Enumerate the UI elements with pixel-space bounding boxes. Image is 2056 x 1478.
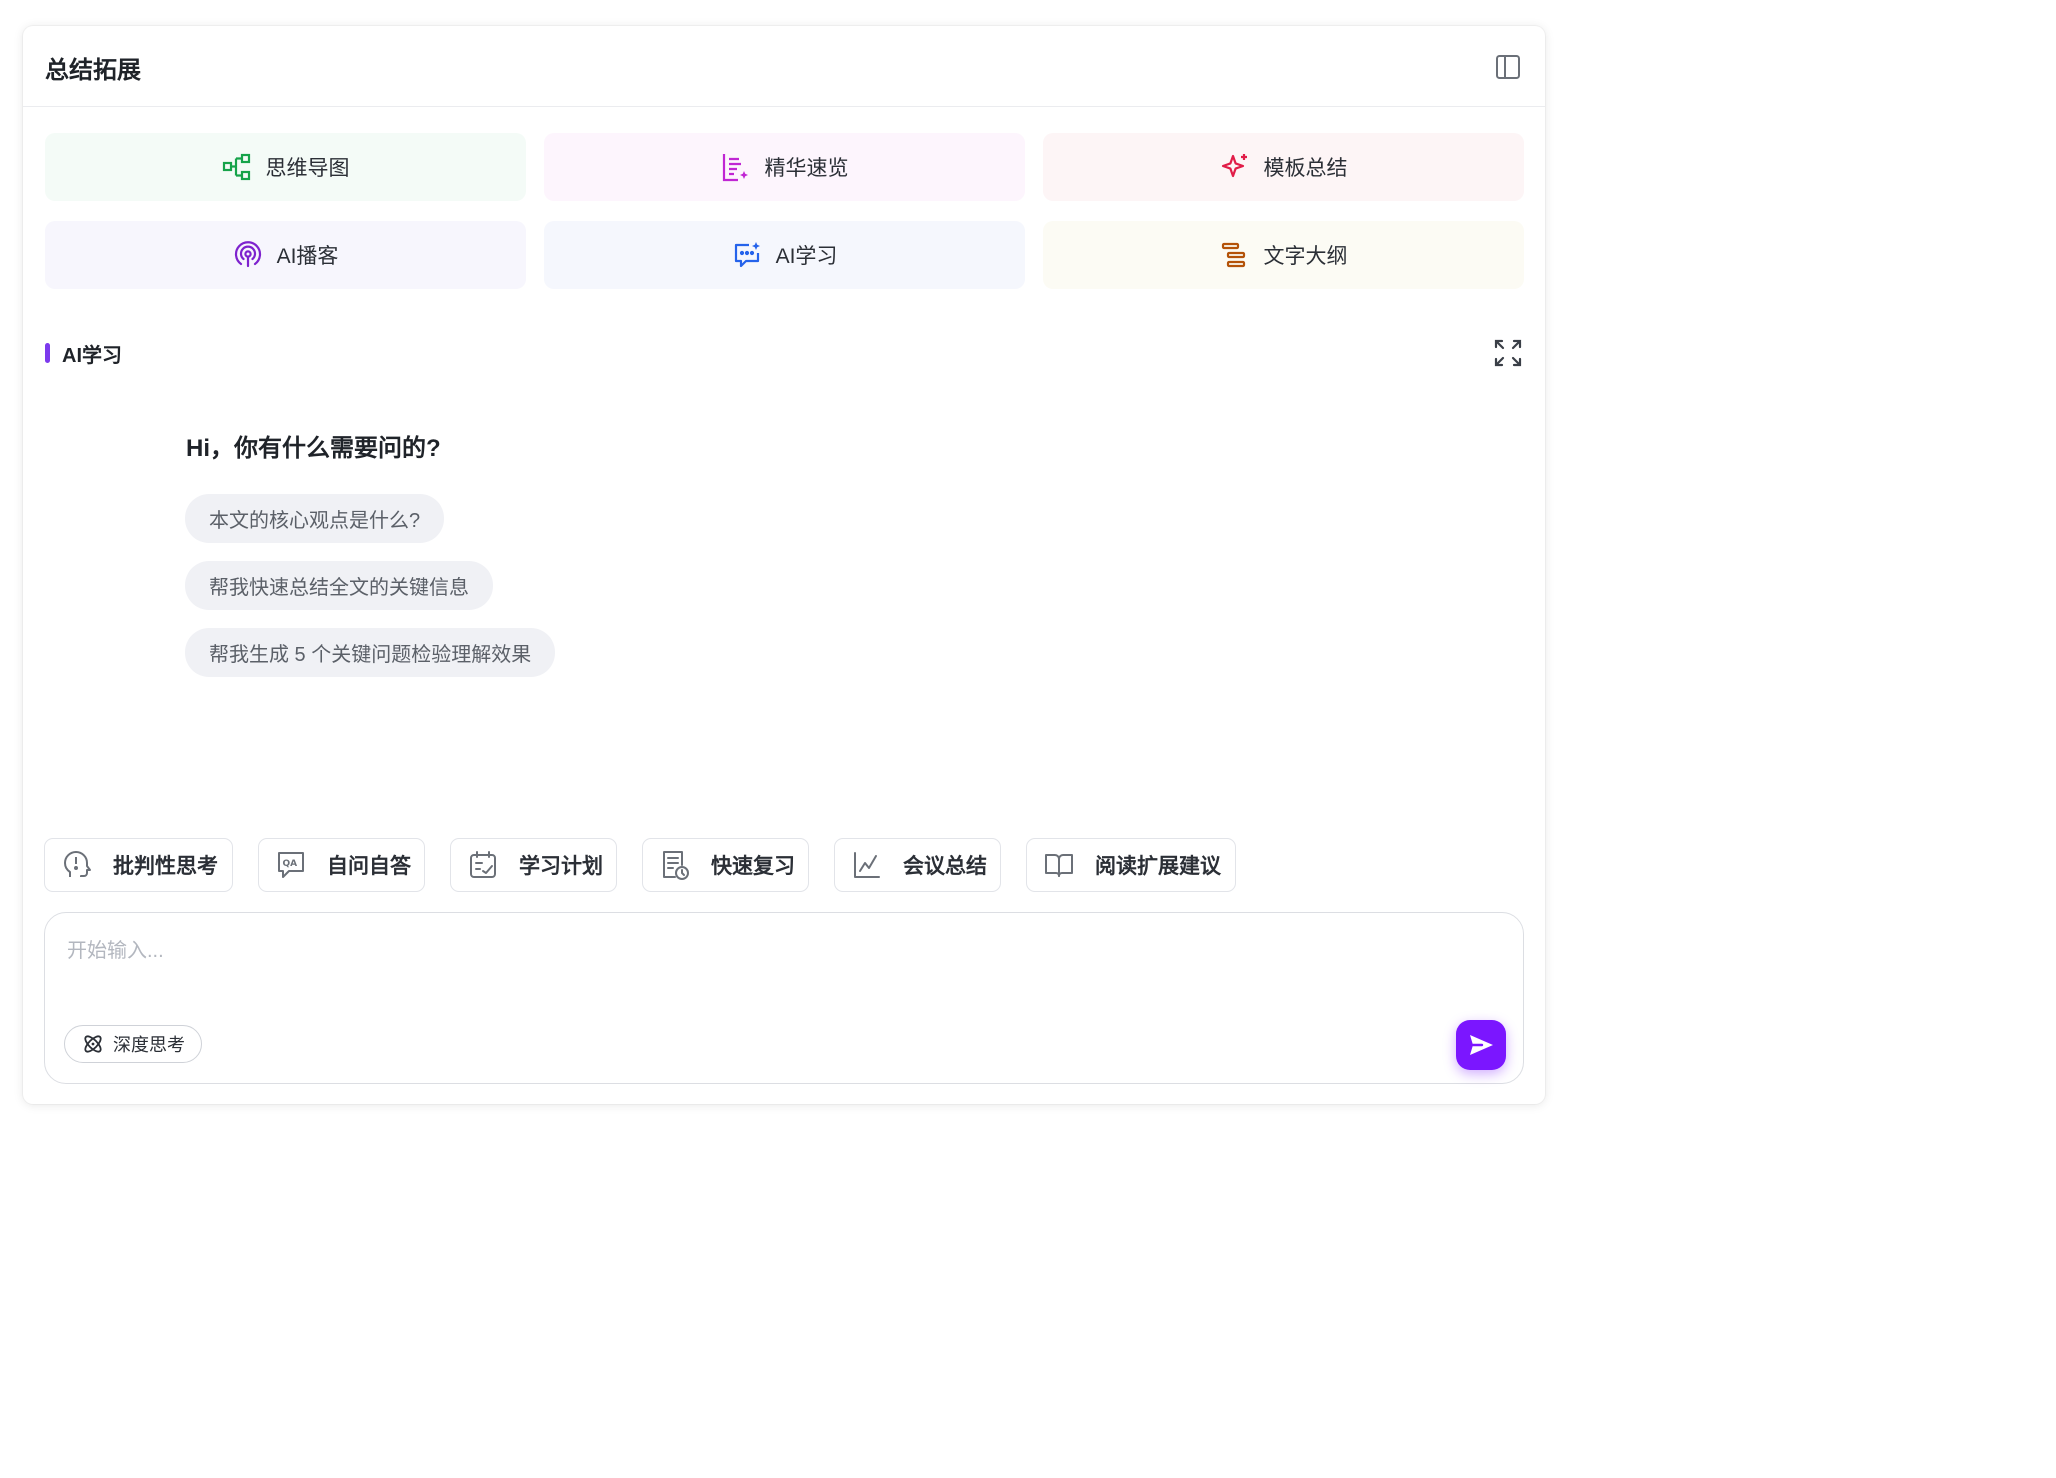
quick-fast-review[interactable]: 快速复习: [642, 838, 809, 892]
tool-label: AI学习: [775, 245, 838, 268]
podcast-icon: [234, 241, 261, 268]
quick-meeting-summary[interactable]: 会议总结: [834, 838, 1001, 892]
tool-label: 精华速览: [764, 157, 849, 180]
send-icon: [1470, 1035, 1493, 1055]
qa-icon: QA: [278, 852, 304, 878]
suggestion-chip[interactable]: 本文的核心观点是什么?: [185, 494, 445, 543]
sparkle-icon: [1221, 154, 1247, 178]
quick-reading-suggestions[interactable]: 阅读扩展建议: [1026, 838, 1236, 892]
section-header: AI学习: [45, 338, 122, 368]
chat-input-box: 深度思考: [44, 912, 1524, 1084]
suggestion-chip[interactable]: 帮我快速总结全文的关键信息: [185, 561, 493, 610]
highlights-icon: [722, 154, 748, 182]
panel-header: 总结拓展: [23, 26, 1545, 107]
tool-label: 思维导图: [265, 157, 350, 180]
tool-ai-podcast[interactable]: AI播客: [45, 221, 526, 289]
svg-text:QA: QA: [283, 859, 298, 869]
tool-mind-map[interactable]: 思维导图: [45, 133, 526, 201]
chat-input[interactable]: [65, 933, 1369, 969]
chat-greeting: Hi，你有什么需要问的?: [186, 435, 441, 462]
section-accent-bar: [45, 343, 50, 363]
tool-label: 文字大纲: [1263, 245, 1348, 268]
section-title: AI学习: [62, 344, 122, 367]
head-idea-icon: [64, 851, 91, 877]
quick-critical-thinking[interactable]: 批判性思考: [44, 838, 233, 892]
tool-label: AI播客: [276, 245, 339, 268]
quick-self-qa[interactable]: QA 自问自答: [258, 838, 425, 892]
quick-label: 批判性思考: [113, 855, 218, 878]
deep-think-toggle[interactable]: 深度思考: [64, 1025, 202, 1063]
quick-study-plan[interactable]: 学习计划: [450, 838, 617, 892]
tool-ai-learning[interactable]: AI学习: [544, 221, 1025, 289]
send-button[interactable]: [1456, 1020, 1506, 1070]
summary-panel: 总结拓展 思维导图 精华速览 模板总结 AI播客 AI学习 文字大纲 AI学习 …: [23, 26, 1545, 1104]
ai-chat-icon: [734, 242, 760, 268]
atom-icon: [84, 1035, 102, 1053]
calendar-plan-icon: [470, 851, 496, 878]
quick-label: 快速复习: [711, 855, 795, 878]
deep-think-label: 深度思考: [113, 1035, 185, 1055]
line-chart-icon: [854, 852, 880, 878]
quick-label: 学习计划: [519, 855, 603, 878]
review-clock-icon: [663, 851, 689, 880]
expand-icon[interactable]: [1493, 338, 1523, 368]
tool-label: 模板总结: [1263, 157, 1348, 180]
sidebar-toggle-icon[interactable]: [1495, 54, 1521, 80]
open-book-icon: [1045, 854, 1073, 877]
mind-map-icon: [222, 153, 250, 181]
quick-label: 自问自答: [327, 855, 411, 878]
suggestion-chip[interactable]: 帮我生成 5 个关键问题检验理解效果: [185, 628, 556, 677]
panel-title: 总结拓展: [45, 57, 141, 84]
tool-text-outline[interactable]: 文字大纲: [1043, 221, 1524, 289]
tool-highlights[interactable]: 精华速览: [544, 133, 1025, 201]
outline-icon: [1221, 242, 1245, 268]
tool-template-summary[interactable]: 模板总结: [1043, 133, 1524, 201]
quick-label: 阅读扩展建议: [1095, 855, 1221, 878]
quick-label: 会议总结: [903, 855, 987, 878]
